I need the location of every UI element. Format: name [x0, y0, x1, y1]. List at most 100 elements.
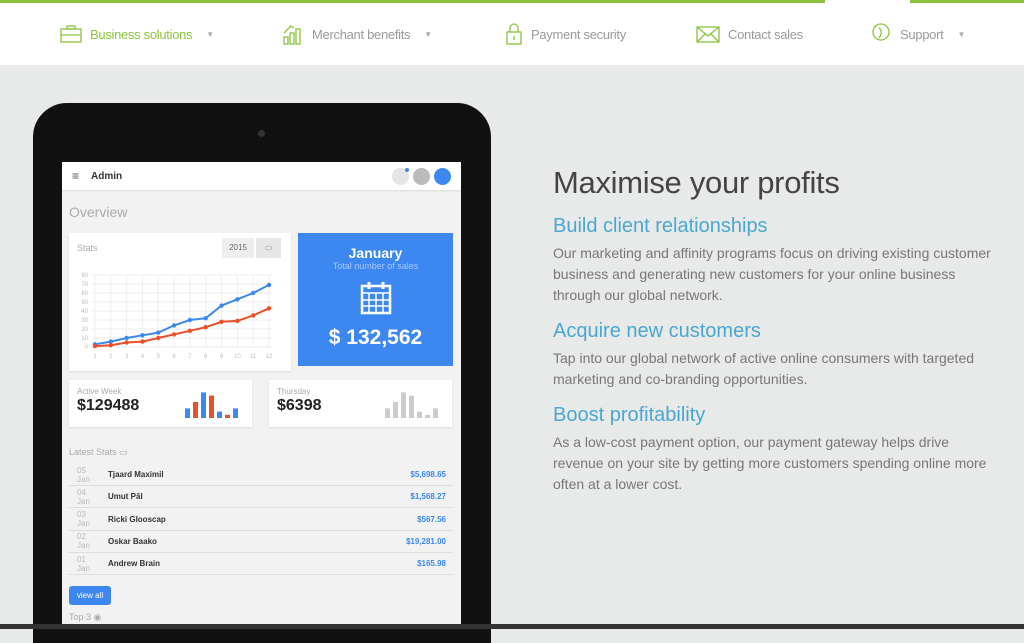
y-tick-label: 80: [81, 273, 88, 279]
row-amount: $567.56: [417, 514, 446, 524]
nav-label: Contact sales: [728, 26, 803, 42]
app-bar: ≡ Admin: [62, 162, 461, 190]
row-name: Tjaard Maximil: [108, 470, 164, 479]
data-point: [140, 339, 145, 344]
x-tick-label: 1: [93, 354, 97, 360]
row-date: 02 Jan: [77, 532, 90, 551]
thursday-card: Thursday $6398: [269, 380, 452, 427]
table-row[interactable]: 03 Jan Ricki Glooscap $567.56: [69, 509, 453, 531]
table-row[interactable]: 05 Jan Tjaard Maximil $5,698.65: [69, 464, 453, 486]
table-row[interactable]: 02 Jan Oskar Baako $19,281.00: [69, 531, 453, 553]
subtitle: Total number of sales: [332, 261, 419, 271]
top3-heading: Top 3 ◉: [69, 612, 101, 623]
mini-bar: [193, 402, 198, 418]
data-point: [203, 325, 208, 330]
mini-bar-chart: [185, 392, 238, 418]
data-point: [250, 290, 256, 296]
card-icon: ▭: [119, 447, 128, 457]
line-chart: 010203040506070801 2 3 4 5 6 7 8 9 10 11 12: [81, 273, 273, 360]
mini-bar: [225, 414, 230, 418]
x-tick-label: 9: [220, 354, 224, 360]
top3-label: Top 3: [69, 612, 92, 622]
x-tick-label: 4: [141, 354, 145, 360]
january-sales-card: January Total number of sales $ 132,562: [298, 233, 453, 366]
row-name: Ricki Glooscap: [108, 514, 166, 524]
row-date: 04 Jan: [77, 487, 90, 506]
latest-stats-heading: Latest Stats ▭: [69, 447, 128, 458]
section-heading: Acquire new customers: [553, 320, 761, 342]
row-date: 01 Jan: [77, 554, 90, 573]
stats-card: Stats 2015 ▭ 0 10 20 30 40 50 60 70 80 1 2 3 4 5 6 7 8 9 1…: [69, 233, 291, 371]
headset-icon: [872, 23, 890, 41]
content-panel: Maximise your profits Build client relat…: [553, 165, 1003, 495]
nav-label: Payment security: [531, 26, 626, 42]
table-row[interactable]: 01 Jan Andrew Brain $165.98: [69, 553, 453, 576]
table-row[interactable]: 04 Jan Umut Pāl $1,568.27: [69, 486, 453, 509]
data-point: [92, 343, 98, 349]
overview-heading: Overview: [69, 204, 128, 220]
chevron-down-icon: ▼: [206, 29, 214, 39]
mini-bar: [433, 408, 438, 418]
data-point: [140, 333, 145, 338]
year-select[interactable]: 2015: [222, 238, 254, 258]
nav-business-solutions[interactable]: Business solutions ▼: [60, 3, 214, 65]
data-point: [156, 330, 161, 335]
data-point: [156, 335, 161, 341]
data-point: [219, 303, 224, 308]
x-tick-label: 12: [266, 354, 273, 360]
view-all-button[interactable]: view all: [69, 586, 111, 605]
active-week-card: Active Week $129488: [69, 380, 252, 427]
nav-merchant-benefits[interactable]: Merchant benefits ▼: [282, 3, 432, 65]
mini-bar: [209, 395, 214, 418]
data-point: [171, 332, 177, 337]
nav-contact-sales[interactable]: Contact sales: [696, 3, 803, 65]
app-title: Admin: [91, 170, 123, 182]
y-tick-label: 30: [81, 318, 88, 324]
month-label: January: [348, 245, 403, 261]
y-tick-label: 20: [81, 327, 88, 333]
briefcase-icon: [60, 25, 82, 43]
settings-icon[interactable]: [413, 167, 430, 185]
user-icon: ◉: [93, 612, 102, 622]
tablet-screen: ≡ Admin Overview Stats 2015 ▭ 0 10 20 30 40 5…: [62, 162, 461, 625]
row-amount: $1,568.27: [410, 492, 446, 502]
lock-icon: [506, 23, 522, 45]
main-nav: Business solutions ▼ Merchant benefits ▼ P…: [0, 3, 1024, 65]
data-point: [250, 313, 256, 318]
data-point: [187, 328, 193, 333]
data-point: [187, 317, 193, 323]
calendar-icon[interactable]: ▭: [256, 238, 281, 258]
mini-bar: [417, 411, 422, 418]
x-tick-label: 5: [157, 354, 161, 360]
data-point: [266, 282, 272, 288]
tablet-camera: [258, 130, 265, 137]
x-tick-label: 2: [109, 354, 113, 360]
mini-bar: [233, 408, 238, 418]
data-point: [266, 306, 272, 311]
calendar-icon: [360, 282, 391, 315]
x-tick-label: 6: [172, 354, 176, 360]
nav-support[interactable]: Support ▼: [870, 3, 965, 65]
y-tick-label: 70: [81, 282, 88, 288]
section-text: Our marketing and affinity programs focu…: [553, 245, 991, 303]
stats-label: Stats: [77, 243, 98, 253]
card-label: Thursday: [277, 387, 311, 396]
data-point: [203, 316, 208, 321]
bell-icon[interactable]: [392, 167, 409, 185]
y-tick-label: 40: [81, 309, 88, 315]
section-text: As a low-cost payment option, our paymen…: [553, 434, 987, 492]
data-point: [235, 297, 240, 302]
bottom-bar: [0, 624, 1024, 629]
mini-bar-chart: [385, 392, 438, 418]
mini-bar: [409, 395, 414, 418]
mini-bar: [201, 392, 206, 418]
page-title: Maximise your profits: [553, 165, 840, 200]
hamburger-menu-icon[interactable]: ≡: [72, 169, 79, 183]
chevron-down-icon: ▼: [957, 29, 966, 39]
mail-icon[interactable]: [434, 167, 451, 185]
data-point: [124, 340, 129, 345]
row-name: Oskar Baako: [108, 536, 157, 546]
nav-payment-security[interactable]: Payment security: [505, 3, 626, 65]
row-name: Andrew Brain: [108, 559, 161, 569]
row-name: Umut Pāl: [108, 492, 143, 502]
